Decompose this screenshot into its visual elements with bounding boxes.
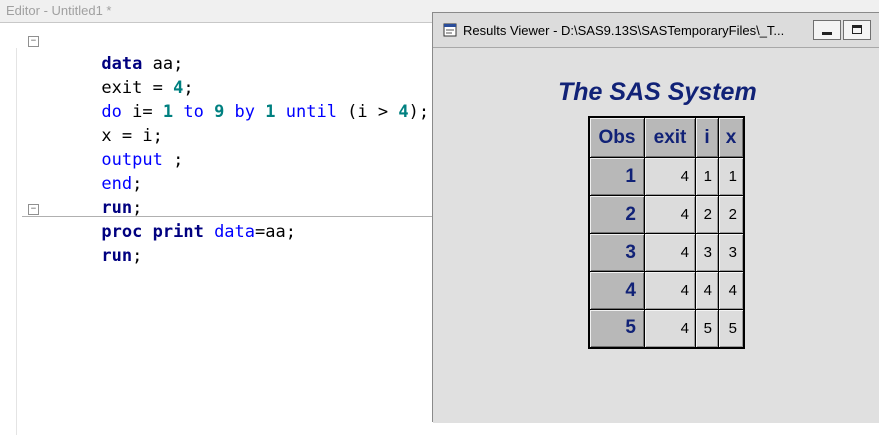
table-cell: 2 — [695, 195, 719, 234]
code-line-9[interactable]: run; — [40, 220, 142, 266]
results-viewer-window: Results Viewer - D:\SAS9.13S\SASTemporar… — [432, 12, 879, 423]
fold-toggle-icon[interactable]: − — [28, 204, 39, 215]
obs-cell: 3 — [588, 233, 645, 272]
table-cell: 5 — [718, 309, 745, 348]
results-title: Results Viewer - D:\SAS9.13S\SASTemporar… — [463, 23, 785, 38]
minimize-icon[interactable] — [813, 20, 841, 40]
code-line-3[interactable]: do i= 1 to 9 by 1 until (i > 4); — [40, 76, 429, 122]
table-cell: 3 — [718, 233, 745, 272]
code-line-1[interactable]: data aa; — [40, 28, 183, 74]
code-editor[interactable]: − data aa; exit = 4; do i= 1 to 9 by 1 u… — [0, 22, 433, 435]
obs-cell: 2 — [588, 195, 645, 234]
results-viewer-app-icon — [443, 23, 457, 37]
table-row: 5 4 5 5 — [588, 309, 745, 348]
code-line-7[interactable]: run; — [40, 172, 142, 218]
table-cell: 4 — [718, 271, 745, 310]
code-line-6[interactable]: end; — [40, 148, 142, 194]
code-line-4[interactable]: x = i; — [40, 100, 162, 146]
maximize-icon[interactable] — [843, 20, 871, 40]
fold-toggle-icon[interactable]: − — [28, 36, 39, 47]
results-content: The SAS System Obs exit i x 1 4 1 1 2 4 … — [433, 48, 879, 423]
results-titlebar[interactable]: Results Viewer - D:\SAS9.13S\SASTemporar… — [433, 13, 879, 48]
table-cell: 2 — [718, 195, 745, 234]
column-header-i: i — [695, 116, 719, 158]
table-cell: 1 — [718, 157, 745, 196]
results-table: Obs exit i x 1 4 1 1 2 4 2 2 3 4 3 3 4 4… — [588, 116, 745, 349]
editor-title: Editor - Untitled1 * — [6, 3, 112, 18]
table-cell: 4 — [644, 157, 696, 196]
table-cell: 4 — [695, 271, 719, 310]
table-row: 1 4 1 1 — [588, 157, 745, 196]
editor-gutter — [16, 48, 17, 435]
code-line-5[interactable]: output ; — [40, 124, 183, 170]
report-title: The SAS System — [558, 78, 757, 106]
table-cell: 4 — [644, 233, 696, 272]
obs-cell: 1 — [588, 157, 645, 196]
table-cell: 4 — [644, 309, 696, 348]
table-row: 2 4 2 2 — [588, 195, 745, 234]
code-line-8[interactable]: proc print data=aa; — [40, 196, 296, 242]
table-row: 4 4 4 4 — [588, 271, 745, 310]
table-cell: 1 — [695, 157, 719, 196]
column-header-exit: exit — [644, 116, 696, 158]
obs-cell: 4 — [588, 271, 645, 310]
table-cell: 4 — [644, 271, 696, 310]
column-header-obs: Obs — [588, 116, 645, 158]
table-cell: 5 — [695, 309, 719, 348]
table-header-row: Obs exit i x — [588, 116, 745, 158]
code-line-2[interactable]: exit = 4; — [40, 52, 193, 98]
table-row: 3 4 3 3 — [588, 233, 745, 272]
table-cell: 3 — [695, 233, 719, 272]
table-cell: 4 — [644, 195, 696, 234]
obs-cell: 5 — [588, 309, 645, 348]
column-header-x: x — [718, 116, 745, 158]
